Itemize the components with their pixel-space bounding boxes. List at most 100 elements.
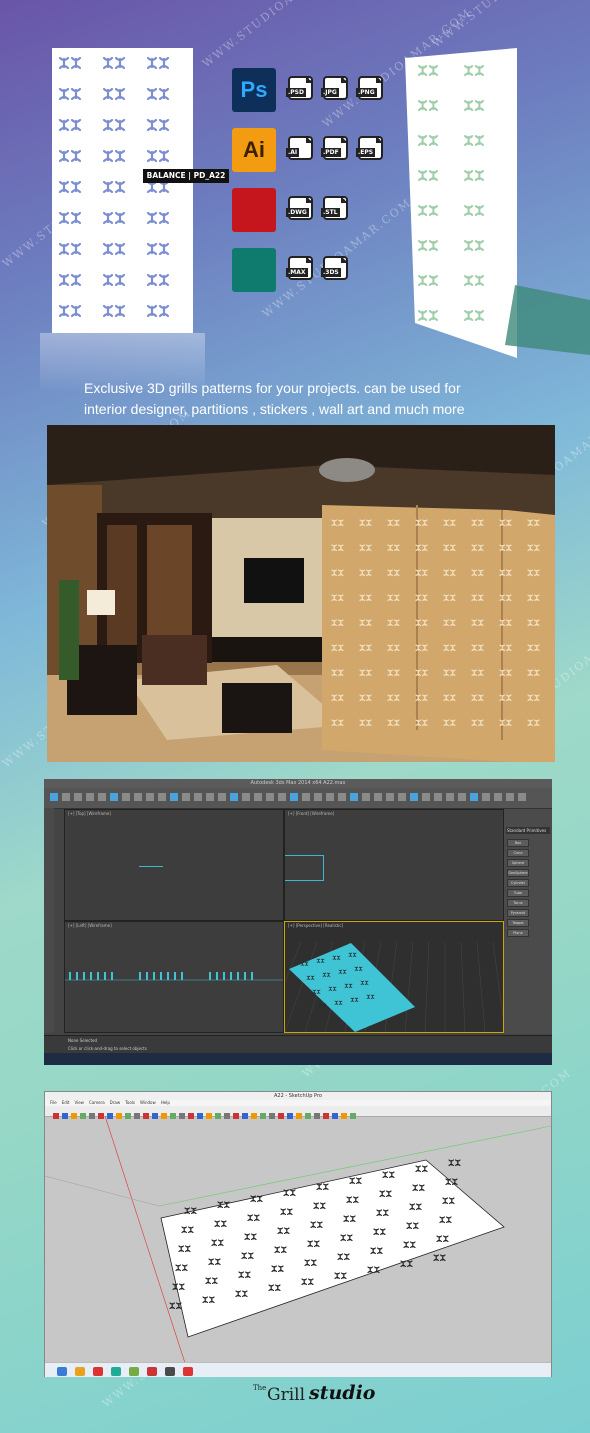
max-tool-icon[interactable] (278, 793, 286, 801)
max-primitive-button[interactable]: Torus (507, 899, 529, 907)
3dsmax-icon (232, 248, 276, 292)
max-tool-icon[interactable] (494, 793, 502, 801)
max-tool-icon[interactable] (146, 793, 154, 801)
viewport-front[interactable]: [+] [Front] [Wireframe] (284, 809, 504, 921)
photoshop-icon: Ps (232, 68, 276, 112)
max-tool-icon[interactable] (170, 793, 178, 801)
grill-motif (433, 1254, 446, 1262)
file-format-label: .STL (321, 208, 340, 217)
grill-panel-left (52, 48, 193, 333)
max-tool-icon[interactable] (398, 793, 406, 801)
max-command-panel: Standard Primitives Box Cone Sphere GeoSphe… (504, 809, 552, 1034)
max-tool-icon[interactable] (350, 793, 358, 801)
taskbar-app-icon[interactable] (129, 1367, 139, 1376)
max-tool-icon[interactable] (182, 793, 190, 801)
sketchup-viewport[interactable] (45, 1116, 551, 1363)
max-tool-icon[interactable] (110, 793, 118, 801)
grill-motif (146, 56, 170, 70)
wire-slat (153, 972, 155, 980)
max-tool-icon[interactable] (314, 793, 322, 801)
grill-motif (146, 118, 170, 132)
grill-motif (58, 211, 82, 225)
max-tool-icon[interactable] (158, 793, 166, 801)
grill-motif (400, 1260, 413, 1268)
viewport-left[interactable]: [+] [Left] [Wireframe] (64, 921, 284, 1033)
taskbar-app-icon[interactable] (75, 1367, 85, 1376)
max-tool-icon[interactable] (206, 793, 214, 801)
taskbar-app-icon[interactable] (93, 1367, 103, 1376)
file-format-icon: .AI (286, 136, 315, 162)
grill-motif (146, 273, 170, 287)
max-tool-icon[interactable] (122, 793, 130, 801)
max-tool-icon[interactable] (458, 793, 466, 801)
file-format-label: .AI (286, 148, 300, 157)
max-tool-icon[interactable] (506, 793, 514, 801)
taskbar-app-icon[interactable] (57, 1367, 67, 1376)
viewport-perspective[interactable]: [+] [Perspective] [Realistic] (244, 921, 506, 1033)
max-tool-icon[interactable] (338, 793, 346, 801)
max-tool-icon[interactable] (194, 793, 202, 801)
taskbar-app-icon[interactable] (183, 1367, 193, 1376)
max-tool-icon[interactable] (266, 793, 274, 801)
max-tool-icon[interactable] (242, 793, 250, 801)
max-primitive-button[interactable]: GeoSphere (507, 869, 529, 877)
sketchup-menu-item[interactable]: File (50, 1100, 57, 1105)
max-tool-icon[interactable] (470, 793, 478, 801)
max-primitive-button[interactable]: Cone (507, 849, 529, 857)
taskbar-app-icon[interactable] (147, 1367, 157, 1376)
sketchup-menu-item[interactable]: Camera (89, 1100, 105, 1105)
max-tool-icon[interactable] (434, 793, 442, 801)
interior-render (47, 425, 555, 762)
max-tool-icon[interactable] (86, 793, 94, 801)
wire-slat (160, 972, 162, 980)
max-primitive-button[interactable]: Cylinder (507, 879, 529, 887)
max-tool-icon[interactable] (410, 793, 418, 801)
app-icon-text: Ai (243, 137, 265, 162)
max-tool-icon[interactable] (326, 793, 334, 801)
sketchup-menu-item[interactable]: Window (140, 1100, 156, 1105)
max-tool-icon[interactable] (74, 793, 82, 801)
wire-slat (167, 972, 169, 980)
max-tool-icon[interactable] (62, 793, 70, 801)
max-tool-icon[interactable] (302, 793, 310, 801)
wire-slat (251, 972, 253, 980)
sketchup-menu-item[interactable]: View (74, 1100, 84, 1105)
max-tool-icon[interactable] (230, 793, 238, 801)
max-tool-icon[interactable] (374, 793, 382, 801)
max-primitive-button[interactable]: Pyramid (507, 909, 529, 917)
wire-slat (139, 972, 141, 980)
max-tool-icon[interactable] (422, 793, 430, 801)
sketchup-window: A22 - SketchUp Pro File Edit View Camera Dra… (44, 1091, 552, 1377)
max-primitive-button[interactable]: Sphere (507, 859, 529, 867)
file-format-label: .PNG (356, 88, 377, 97)
sketchup-menu-item[interactable]: Tools (125, 1100, 135, 1105)
max-tool-icon[interactable] (518, 793, 526, 801)
grill-pattern (58, 56, 170, 318)
max-tool-icon[interactable] (98, 793, 106, 801)
max-tool-icon[interactable] (446, 793, 454, 801)
max-tool-icon[interactable] (254, 793, 262, 801)
wire-slat (209, 972, 211, 980)
max-titlebar: Autodesk 3ds Max 2014 x64 A22.max (44, 779, 552, 788)
viewport-top[interactable]: [+] [Top] [Wireframe] (64, 809, 284, 921)
max-primitive-button[interactable]: Teapot (507, 919, 529, 927)
max-primitive-button[interactable]: Plane (507, 929, 529, 937)
max-primitive-button[interactable]: Box (507, 839, 529, 847)
sketchup-menu-item[interactable]: Draw (110, 1100, 120, 1105)
max-tool-icon[interactable] (290, 793, 298, 801)
taskbar-app-icon[interactable] (165, 1367, 175, 1376)
max-tool-icon[interactable] (386, 793, 394, 801)
wire-slat (90, 972, 92, 980)
max-tool-icon[interactable] (482, 793, 490, 801)
max-primitive-button[interactable]: Tube (507, 889, 529, 897)
max-tool-icon[interactable] (218, 793, 226, 801)
taskbar-app-icon[interactable] (111, 1367, 121, 1376)
max-tool-icon[interactable] (50, 793, 58, 801)
wire-slat (181, 972, 183, 980)
grill-motif (102, 118, 126, 132)
sketchup-menu-item[interactable]: Help (161, 1100, 170, 1105)
max-tool-icon[interactable] (134, 793, 142, 801)
sketchup-menu-item[interactable]: Edit (62, 1100, 70, 1105)
max-tool-icon[interactable] (362, 793, 370, 801)
grill-motif (58, 118, 82, 132)
